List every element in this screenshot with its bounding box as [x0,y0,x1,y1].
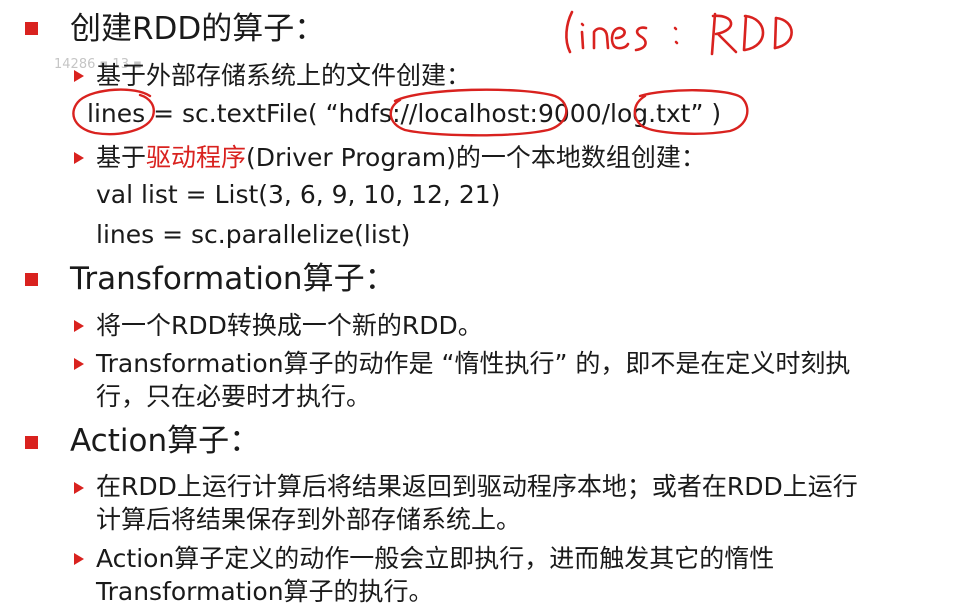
handwritten-note-lines-rdd [565,10,793,56]
bullet-action-trigger-line1: Action算子定义的动作一般会立即执行，进而触发其它的惰性 [96,544,775,573]
slide: 创建RDD的算子： 14286 ▪ 13 ▪ 基于外部存储系统上的文件创建： l… [0,0,967,612]
code-textfile: lines = sc.textFile( “hdfs://localhost:9… [87,99,722,128]
bullet-driver-suffix: (Driver Program)的一个本地数组创建： [246,143,706,172]
heading-action: Action算子： [70,423,261,459]
code-parallelize: lines = sc.parallelize(list) [96,220,411,249]
arrow-bullet-icon [74,482,84,494]
bullet-action-return-line1: 在RDD上运行计算后将结果返回到驱动程序本地；或者在RDD上运行 [96,472,858,501]
bullet-lazy-line1: Transformation算子的动作是 “惰性执行” 的，即不是在定义时刻执 [96,349,851,378]
arrow-bullet-icon [74,70,84,82]
heading-transformation: Transformation算子： [70,261,396,297]
bullet-action-trigger-line2: Transformation算子的执行。 [96,577,434,606]
section-bullet-square [25,436,38,449]
arrow-bullet-icon [74,553,84,565]
driver-program-highlight: 驱动程序 [146,143,247,172]
bullet-lazy-line2: 行，只在必要时才执行。 [96,382,372,411]
bullet-driver-create: 基于驱动程序(Driver Program)的一个本地数组创建： [96,142,706,173]
bullet-transform-rdd: 将一个RDD转换成一个新的RDD。 [96,311,483,340]
bullet-file-create: 基于外部存储系统上的文件创建： [96,61,472,90]
bullet-action-return-line2: 计算后将结果保存到外部存储系统上。 [96,505,522,534]
section-bullet-square [25,273,38,286]
arrow-bullet-icon [74,320,84,332]
bullet-driver-prefix: 基于 [96,143,147,172]
heading-create-rdd: 创建RDD的算子： [70,11,326,47]
section-bullet-square [25,22,38,35]
arrow-bullet-icon [74,358,84,370]
code-list: val list = List(3, 6, 9, 10, 12, 21) [96,180,501,209]
arrow-bullet-icon [74,152,84,164]
